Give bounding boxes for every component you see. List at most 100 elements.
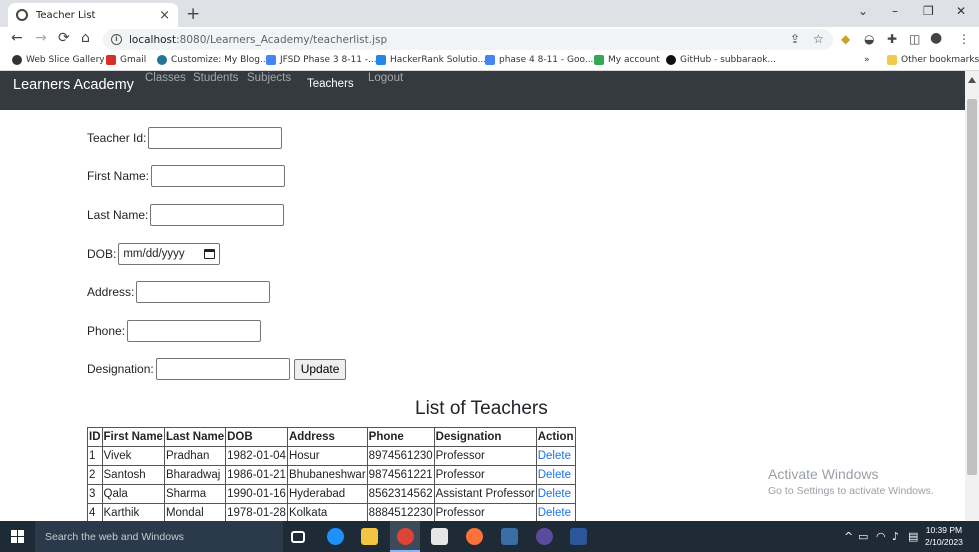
bookmark-star-icon[interactable]: ☆ xyxy=(813,32,824,46)
bookmark-item[interactable]: Customize: My Blog... xyxy=(157,55,269,65)
battery-icon[interactable]: ▭ xyxy=(858,530,868,543)
cell-phone: 9874561221 xyxy=(366,465,435,485)
cell-phone: 8974561230 xyxy=(366,446,435,466)
page-scrollbar[interactable] xyxy=(965,71,979,521)
delete-link[interactable]: Delete xyxy=(538,469,571,481)
reload-button[interactable]: ⟳ xyxy=(58,30,70,46)
new-tab-button[interactable]: + xyxy=(186,4,200,24)
clock-date: 2/10/2023 xyxy=(925,537,963,547)
table-row: 2 Santosh Bharadwaj 1986-01-21 Bhubanesh… xyxy=(87,465,576,485)
designation-input[interactable] xyxy=(155,358,290,380)
cell-first-name: Qala xyxy=(101,484,165,504)
maximize-button[interactable]: ❐ xyxy=(923,4,934,18)
extension-icon[interactable]: ◒ xyxy=(864,32,874,46)
last-name-label: Last Name: xyxy=(87,208,149,222)
side-panel-icon[interactable]: ◫ xyxy=(909,32,920,46)
eclipse-icon[interactable] xyxy=(536,528,553,545)
cell-designation: Assistant Professor xyxy=(433,484,537,504)
bookmark-item[interactable]: phase 4 8-11 - Goo... xyxy=(485,55,593,65)
wifi-icon[interactable]: ◠ xyxy=(876,530,886,543)
close-window-button[interactable]: ✕ xyxy=(956,4,966,18)
menu-kebab-icon[interactable]: ⋮ xyxy=(958,32,970,46)
taskbar-search[interactable]: Search the web and Windows xyxy=(35,521,283,552)
bookmark-item[interactable]: GitHub - subbaraok... xyxy=(666,55,776,65)
chrome-icon[interactable] xyxy=(397,528,414,545)
cell-address: Kolkata xyxy=(286,503,368,521)
bookmark-item[interactable]: Web Slice Gallery xyxy=(12,55,105,65)
share-icon[interactable]: ⇪ xyxy=(790,32,800,46)
back-button[interactable]: ← xyxy=(11,30,23,46)
teachers-list-title: List of Teachers xyxy=(415,398,548,419)
volume-icon[interactable]: ♪ xyxy=(892,530,899,543)
delete-link[interactable]: Delete xyxy=(538,507,571,519)
cell-dob: 1990-01-16 xyxy=(225,484,288,504)
column-header: Phone xyxy=(366,427,435,447)
bookmark-item[interactable]: My account xyxy=(594,55,660,65)
cell-address: Hosur xyxy=(286,446,368,466)
cell-address: Hyderabad xyxy=(286,484,368,504)
close-tab-icon[interactable]: × xyxy=(159,8,170,23)
browser-tab[interactable]: Teacher List × xyxy=(8,3,178,27)
delete-link[interactable]: Delete xyxy=(538,488,571,500)
forward-button[interactable]: → xyxy=(35,30,47,46)
dob-row: DOB: mm/dd/yyyy xyxy=(87,243,221,265)
firefox-icon[interactable] xyxy=(466,528,483,545)
phone-input[interactable] xyxy=(127,320,262,342)
last-name-input[interactable] xyxy=(150,204,285,226)
bookmark-item[interactable]: HackerRank Solutio... xyxy=(376,55,486,65)
scrollbar-thumb[interactable] xyxy=(967,99,977,475)
last-name-row: Last Name: xyxy=(87,204,285,226)
cell-first-name: Karthik xyxy=(101,503,165,521)
nav-link-classes[interactable]: Classes xyxy=(145,72,186,84)
delete-link[interactable]: Delete xyxy=(538,450,571,462)
notifications-icon[interactable]: ▤ xyxy=(908,530,918,543)
profile-avatar-icon[interactable]: ● xyxy=(930,30,942,46)
eclipse-ide-icon[interactable] xyxy=(501,528,518,545)
bookmark-item[interactable]: JFSD Phase 3 8-11 -... xyxy=(266,55,377,65)
column-header: Designation xyxy=(433,427,537,447)
edge-icon[interactable] xyxy=(327,528,344,545)
teacher-id-input[interactable] xyxy=(148,127,283,149)
task-view-icon[interactable] xyxy=(291,531,305,543)
gmail-icon xyxy=(106,55,116,65)
home-button[interactable]: ⌂ xyxy=(81,30,90,46)
favicon-icon xyxy=(16,9,28,21)
address-bar[interactable]: i localhost:8080/Learners_Academy/teache… xyxy=(103,29,833,50)
taskbar-clock[interactable]: 10:39 PM 2/10/2023 xyxy=(925,524,963,548)
calendar-icon[interactable] xyxy=(204,249,216,259)
bookmark-item[interactable]: Gmail xyxy=(106,55,146,65)
address-input[interactable] xyxy=(136,281,271,303)
column-header: DOB xyxy=(225,427,288,447)
wordpress-icon xyxy=(157,55,167,65)
other-bookmarks-folder[interactable]: Other bookmarks xyxy=(887,55,979,65)
table-row: 3 Qala Sharma 1990-01-16 Hyderabad 85623… xyxy=(87,484,576,504)
tab-title: Teacher List xyxy=(36,9,96,21)
dob-label: DOB: xyxy=(87,247,117,261)
nav-link-subjects[interactable]: Subjects xyxy=(247,72,291,84)
file-explorer-icon[interactable] xyxy=(361,528,378,545)
cell-id: 4 xyxy=(87,503,103,521)
extension-icon[interactable]: ◆ xyxy=(841,32,850,46)
scroll-up-arrow-icon[interactable] xyxy=(968,77,976,83)
first-name-label: First Name: xyxy=(87,169,150,183)
update-button[interactable]: Update xyxy=(293,358,347,380)
site-info-icon[interactable]: i xyxy=(111,34,122,45)
nav-link-teachers[interactable]: Teachers xyxy=(307,78,354,90)
cell-id: 3 xyxy=(87,484,103,504)
windows-start-icon[interactable] xyxy=(11,530,24,543)
extensions-puzzle-icon[interactable]: ✚ xyxy=(887,32,897,46)
teachers-table: ID First Name Last Name DOB Address Phon… xyxy=(87,427,576,521)
word-icon[interactable] xyxy=(570,528,587,545)
cell-designation: Professor xyxy=(433,446,537,466)
navbar-brand[interactable]: Learners Academy xyxy=(13,77,134,93)
nav-link-logout[interactable]: Logout xyxy=(368,72,403,84)
tray-overflow-icon[interactable]: ^ xyxy=(844,530,853,543)
cell-id: 2 xyxy=(87,465,103,485)
dob-date-input[interactable]: mm/dd/yyyy xyxy=(118,243,221,265)
minimize-button[interactable]: – xyxy=(892,4,898,18)
first-name-input[interactable] xyxy=(151,165,286,187)
bookmarks-overflow-button[interactable]: » xyxy=(864,55,870,65)
nav-link-students[interactable]: Students xyxy=(193,72,238,84)
store-icon[interactable] xyxy=(431,528,448,545)
tab-search-icon[interactable]: ⌄ xyxy=(858,4,868,18)
